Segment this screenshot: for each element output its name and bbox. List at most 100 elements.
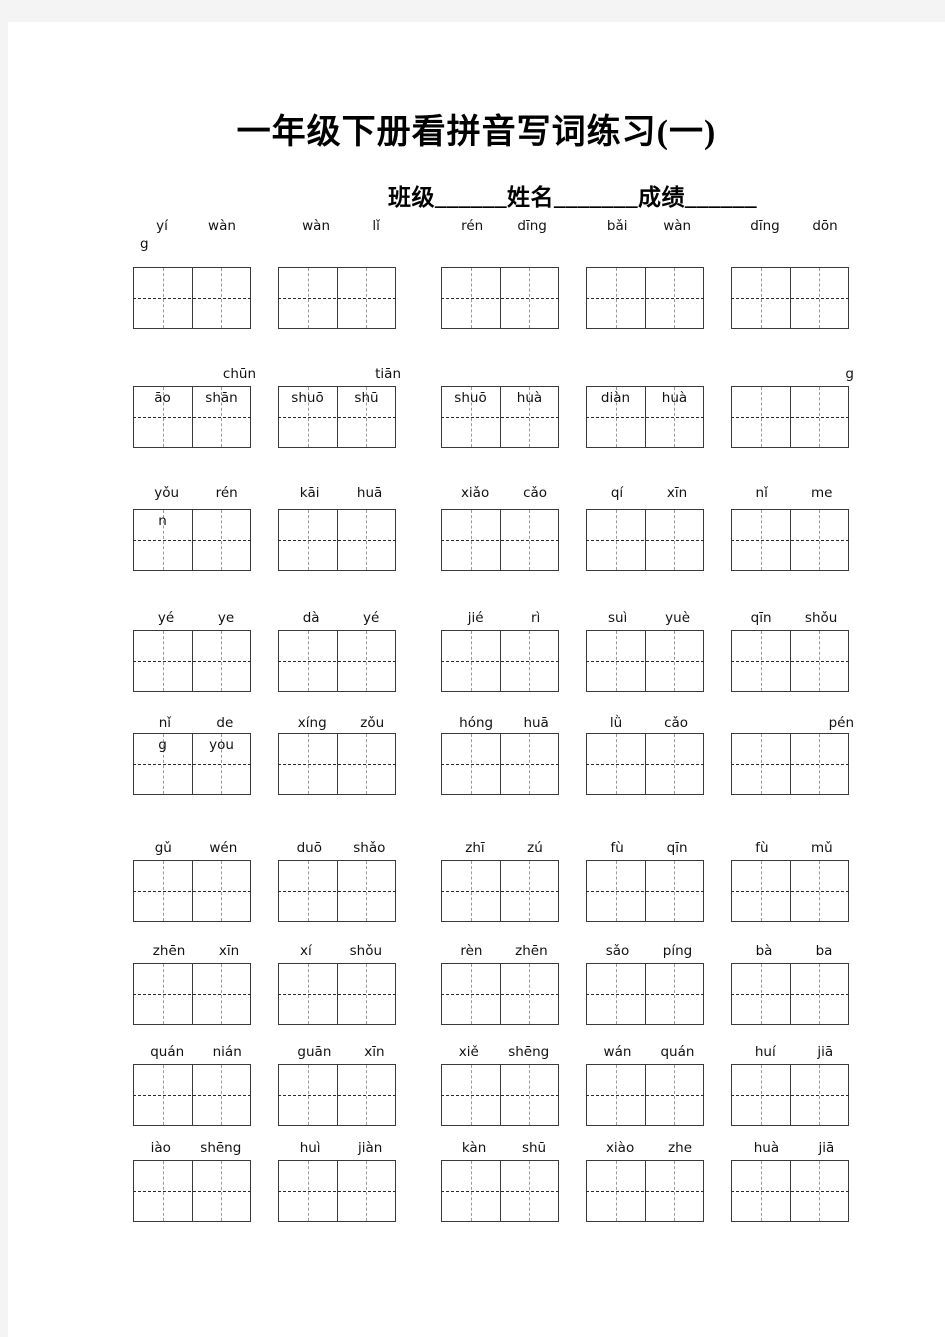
character-grid-box[interactable]: [278, 267, 396, 329]
vertical-guide-line: [308, 861, 309, 921]
pinyin-syllable: fù: [755, 840, 769, 856]
horizontal-guide-line: [278, 1191, 396, 1192]
vertical-guide-line: [761, 1065, 762, 1125]
character-grid-box[interactable]: [278, 386, 396, 448]
vertical-guide-line: [221, 861, 222, 921]
character-grid-box[interactable]: [441, 630, 559, 692]
horizontal-guide-line: [731, 1191, 849, 1192]
character-grid-box[interactable]: [586, 1064, 704, 1126]
character-grid-box[interactable]: [441, 267, 559, 329]
character-grid-box[interactable]: [586, 860, 704, 922]
pinyin-syllable: yé: [157, 610, 175, 626]
pinyin-syllable: huà: [753, 1140, 780, 1156]
character-grid-box[interactable]: [586, 386, 704, 448]
vertical-guide-line: [471, 734, 472, 794]
character-grid-box[interactable]: [441, 1160, 559, 1222]
character-grid-box[interactable]: [133, 1160, 251, 1222]
character-grid-box[interactable]: [731, 860, 849, 922]
pinyin-syllable: yí: [156, 218, 168, 234]
character-grid-box[interactable]: [731, 963, 849, 1025]
character-grid-box[interactable]: [731, 733, 849, 795]
vertical-guide-line: [616, 734, 617, 794]
vertical-guide-line: [308, 1161, 309, 1221]
vertical-guide-line: [221, 510, 222, 570]
pinyin-syllable: píng: [662, 943, 693, 959]
horizontal-guide-line: [278, 540, 396, 541]
pinyin-syllable: qí: [610, 485, 624, 501]
character-grid-box[interactable]: [731, 1160, 849, 1222]
vertical-guide-line: [163, 510, 164, 570]
character-grid-box[interactable]: [133, 963, 251, 1025]
pinyin-syllable: huí: [754, 1044, 776, 1060]
vertical-guide-line: [221, 734, 222, 794]
character-grid-box[interactable]: [133, 733, 251, 795]
vertical-guide-line: [221, 268, 222, 328]
pinyin-label: zhēn xīn: [136, 943, 256, 960]
pinyin-syllable: xīn: [666, 485, 688, 501]
character-grid-box[interactable]: [278, 963, 396, 1025]
vertical-guide-line: [471, 1161, 472, 1221]
pinyin-syllable: quán: [660, 1044, 695, 1060]
horizontal-guide-line: [278, 1095, 396, 1096]
vertical-guide-line: [163, 734, 164, 794]
horizontal-guide-line: [133, 1191, 251, 1192]
character-grid-box[interactable]: [278, 509, 396, 571]
character-grid-box[interactable]: [731, 267, 849, 329]
character-grid-box[interactable]: [133, 860, 251, 922]
character-grid-box[interactable]: [133, 1064, 251, 1126]
horizontal-guide-line: [278, 661, 396, 662]
character-grid-box[interactable]: [586, 1160, 704, 1222]
pinyin-syllable: pén: [828, 715, 854, 731]
vertical-guide-line: [308, 631, 309, 691]
vertical-guide-line: [616, 861, 617, 921]
character-grid-box[interactable]: [731, 630, 849, 692]
character-grid-box[interactable]: [441, 1064, 559, 1126]
vertical-guide-line: [529, 861, 530, 921]
character-grid-box[interactable]: [441, 386, 559, 448]
character-grid-box[interactable]: [731, 509, 849, 571]
vertical-guide-line: [616, 631, 617, 691]
character-grid-box[interactable]: [441, 733, 559, 795]
character-grid-box[interactable]: [278, 733, 396, 795]
vertical-guide-line: [221, 1065, 222, 1125]
character-grid-box[interactable]: [278, 860, 396, 922]
pinyin-syllable: hóng: [459, 715, 494, 731]
horizontal-guide-line: [441, 764, 559, 765]
pinyin-syllable: zhe: [668, 1140, 693, 1156]
character-grid-box[interactable]: [586, 630, 704, 692]
character-grid-box[interactable]: [133, 386, 251, 448]
character-grid-box[interactable]: [278, 1064, 396, 1126]
vertical-guide-line: [674, 1161, 675, 1221]
horizontal-guide-line: [278, 298, 396, 299]
horizontal-guide-line: [586, 891, 704, 892]
character-grid-box[interactable]: [133, 630, 251, 692]
pinyin-syllable: wén: [209, 840, 238, 856]
pinyin-syllable: g: [845, 366, 854, 382]
character-grid-box[interactable]: [586, 509, 704, 571]
character-grid-box[interactable]: [133, 267, 251, 329]
horizontal-guide-line: [586, 1095, 704, 1096]
character-grid-box[interactable]: [441, 963, 559, 1025]
character-grid-box[interactable]: [731, 386, 849, 448]
pinyin-label: qīn shǒu: [734, 610, 854, 627]
pinyin-syllable: xiě: [458, 1044, 479, 1060]
vertical-guide-line: [674, 734, 675, 794]
character-grid-box[interactable]: [133, 509, 251, 571]
horizontal-guide-line: [586, 298, 704, 299]
pinyin-syllable: rén: [215, 485, 238, 501]
vertical-guide-line: [674, 631, 675, 691]
character-grid-box[interactable]: [586, 733, 704, 795]
pinyin-syllable: ye: [217, 610, 235, 626]
pinyin-syllable: mǔ: [811, 840, 833, 856]
character-grid-box[interactable]: [278, 1160, 396, 1222]
vertical-guide-line: [616, 1065, 617, 1125]
character-grid-box[interactable]: [586, 267, 704, 329]
character-grid-box[interactable]: [278, 630, 396, 692]
character-grid-box[interactable]: [441, 509, 559, 571]
character-grid-box[interactable]: [441, 860, 559, 922]
vertical-guide-line: [471, 1065, 472, 1125]
character-grid-box[interactable]: [586, 963, 704, 1025]
pinyin-label: bà ba: [734, 943, 854, 960]
character-grid-box[interactable]: [731, 1064, 849, 1126]
vertical-guide-line: [308, 1065, 309, 1125]
